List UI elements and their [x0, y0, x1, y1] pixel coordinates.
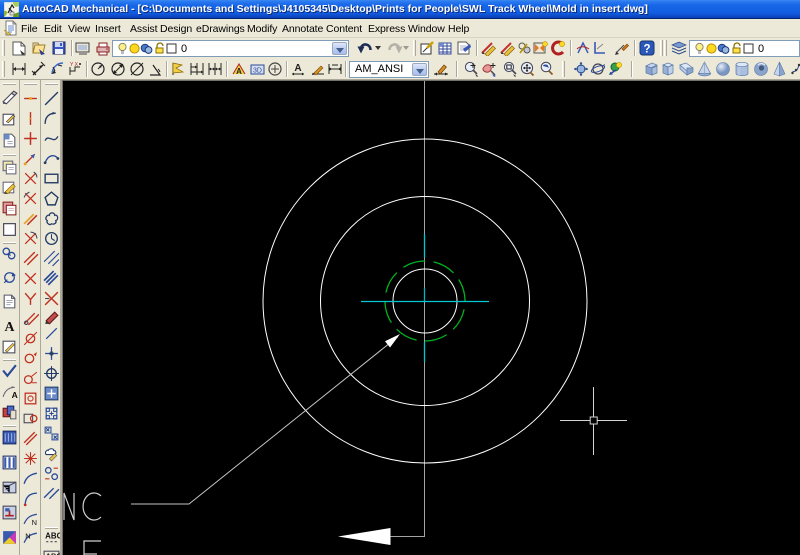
svg-text:?: ?	[643, 44, 650, 56]
svg-text:3D: 3D	[253, 68, 262, 75]
svg-text:N: N	[25, 532, 30, 541]
svg-text:ABC: ABC	[46, 552, 60, 555]
svg-text:A: A	[5, 319, 15, 334]
svg-text:ABC: ABC	[45, 532, 60, 541]
svg-text:Y X: Y X	[70, 62, 79, 68]
svg-text:A: A	[12, 390, 18, 400]
svg-text:A: A	[294, 63, 301, 74]
svg-text:N: N	[32, 518, 37, 527]
svg-text:A: A	[236, 67, 242, 76]
